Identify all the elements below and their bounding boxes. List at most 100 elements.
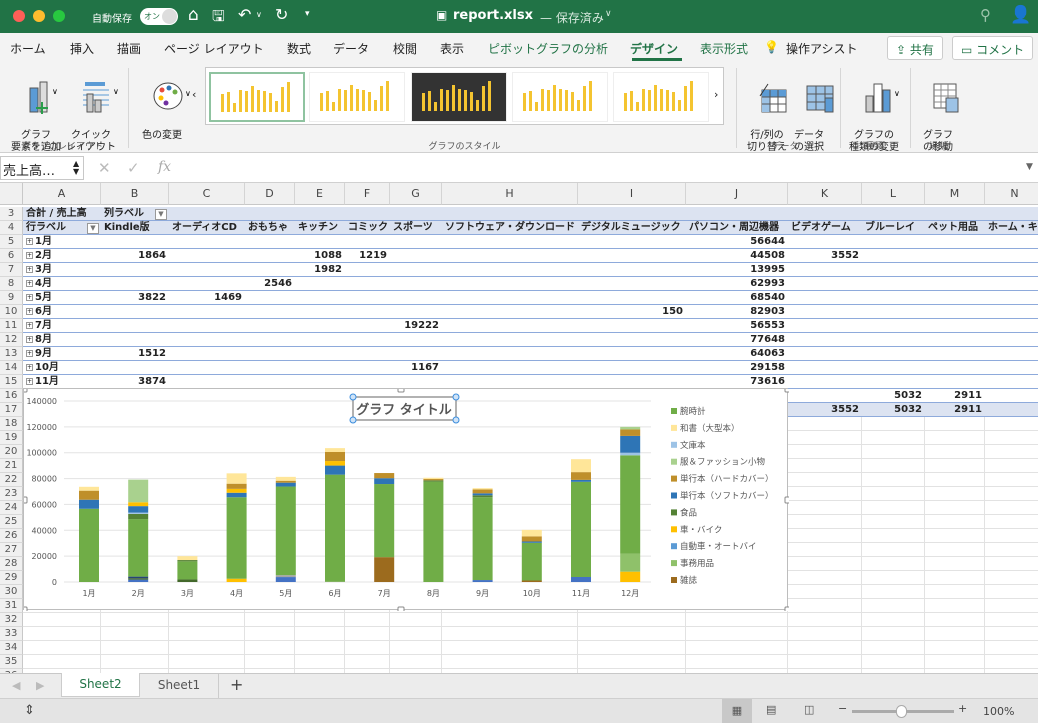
comment-button[interactable]: ▭ コメント bbox=[952, 36, 1034, 60]
select-all-button[interactable] bbox=[0, 183, 23, 205]
cell[interactable] bbox=[788, 599, 862, 613]
expand-icon[interactable]: + bbox=[26, 335, 33, 343]
cell[interactable] bbox=[442, 627, 578, 641]
undo-icon[interactable]: ↶ bbox=[238, 5, 251, 24]
cell[interactable] bbox=[925, 557, 985, 571]
row-header-4[interactable]: 4 bbox=[0, 221, 23, 235]
cell[interactable] bbox=[788, 473, 862, 487]
pivot-cell[interactable]: 1088 bbox=[295, 249, 345, 263]
cell[interactable] bbox=[788, 543, 862, 557]
expand-icon[interactable]: + bbox=[26, 237, 33, 245]
pivot-cell[interactable]: ビデオゲーム bbox=[788, 221, 862, 235]
cell[interactable] bbox=[985, 543, 1038, 557]
cell[interactable] bbox=[985, 473, 1038, 487]
zoom-slider-handle[interactable] bbox=[896, 705, 907, 718]
column-header-N[interactable]: N bbox=[985, 183, 1038, 205]
column-header-H[interactable]: H bbox=[442, 183, 578, 205]
cell[interactable] bbox=[23, 655, 101, 669]
cell[interactable] bbox=[925, 543, 985, 557]
chart-style-5[interactable] bbox=[613, 72, 709, 122]
cell[interactable] bbox=[862, 459, 925, 473]
cell[interactable] bbox=[862, 417, 925, 431]
row-header-32[interactable]: 32 bbox=[0, 613, 23, 627]
save-icon[interactable]: 🖫 bbox=[212, 6, 225, 31]
cell[interactable] bbox=[345, 641, 390, 655]
column-header-C[interactable]: C bbox=[169, 183, 245, 205]
cell[interactable] bbox=[862, 487, 925, 501]
column-header-M[interactable]: M bbox=[925, 183, 985, 205]
add-sheet-button[interactable]: + bbox=[230, 675, 243, 694]
row-header-12[interactable]: 12 bbox=[0, 333, 23, 347]
cell[interactable] bbox=[925, 571, 985, 585]
row-header-34[interactable]: 34 bbox=[0, 641, 23, 655]
zoom-in-button[interactable]: + bbox=[958, 702, 967, 715]
cell[interactable] bbox=[169, 655, 245, 669]
chart-style-3[interactable] bbox=[411, 72, 507, 122]
cell[interactable] bbox=[101, 655, 169, 669]
pivot-cell[interactable]: コミック bbox=[345, 221, 390, 235]
row-header-11[interactable]: 11 bbox=[0, 319, 23, 333]
pivot-cell[interactable]: 73616 bbox=[686, 375, 788, 389]
row-header-28[interactable]: 28 bbox=[0, 557, 23, 571]
gallery-prev-icon[interactable]: ‹ bbox=[192, 88, 196, 101]
pivot-cell[interactable]: ペット用品 bbox=[925, 221, 985, 235]
pivot-cell[interactable]: +7月 bbox=[23, 319, 101, 333]
share-button[interactable]: ⇪ 共有 bbox=[887, 36, 943, 60]
cell[interactable] bbox=[925, 459, 985, 473]
cell[interactable] bbox=[686, 613, 788, 627]
column-header-J[interactable]: J bbox=[686, 183, 788, 205]
close-window-button[interactable] bbox=[13, 10, 25, 22]
row-header-8[interactable]: 8 bbox=[0, 277, 23, 291]
pivot-cell[interactable]: 3874 bbox=[101, 375, 169, 389]
expand-icon[interactable]: + bbox=[26, 251, 33, 259]
tab-insert[interactable]: 挿入 bbox=[70, 40, 94, 57]
pivot-cell[interactable]: 5032 bbox=[862, 403, 925, 417]
change-colors-button[interactable]: ∨ 色の変更 bbox=[137, 68, 191, 166]
tab-page-layout[interactable]: ページ レイアウト bbox=[164, 40, 264, 57]
cell[interactable] bbox=[985, 529, 1038, 543]
cell[interactable] bbox=[788, 571, 862, 585]
cell[interactable] bbox=[101, 613, 169, 627]
cell[interactable] bbox=[925, 613, 985, 627]
save-status[interactable]: — 保存済み bbox=[540, 9, 604, 26]
pivot-cell[interactable]: +11月 bbox=[23, 375, 101, 389]
cell[interactable] bbox=[788, 445, 862, 459]
row-header-22[interactable]: 22 bbox=[0, 473, 23, 487]
chart-style-1[interactable] bbox=[209, 72, 305, 122]
cell[interactable] bbox=[862, 473, 925, 487]
cell[interactable] bbox=[245, 641, 295, 655]
enter-icon[interactable]: ✓ bbox=[127, 159, 140, 177]
row-header-29[interactable]: 29 bbox=[0, 571, 23, 585]
row-header-7[interactable]: 7 bbox=[0, 263, 23, 277]
cell[interactable] bbox=[442, 641, 578, 655]
cell[interactable] bbox=[245, 627, 295, 641]
pivot-cell[interactable]: 1982 bbox=[295, 263, 345, 277]
pivot-cell[interactable]: 3552 bbox=[788, 403, 862, 417]
cell[interactable] bbox=[295, 613, 345, 627]
pivot-cell[interactable]: 64063 bbox=[686, 347, 788, 361]
pivot-cell[interactable]: Kindle版 bbox=[101, 221, 169, 235]
pivot-cell[interactable]: 1167 bbox=[390, 361, 442, 375]
cell[interactable] bbox=[788, 655, 862, 669]
pivot-cell[interactable]: +8月 bbox=[23, 333, 101, 347]
cell[interactable] bbox=[862, 501, 925, 515]
cell[interactable] bbox=[788, 431, 862, 445]
pivot-cell[interactable]: 5032 bbox=[862, 389, 925, 403]
expand-icon[interactable]: + bbox=[26, 349, 33, 357]
row-header-15[interactable]: 15 bbox=[0, 375, 23, 389]
pivot-cell[interactable]: 29158 bbox=[686, 361, 788, 375]
row-header-27[interactable]: 27 bbox=[0, 543, 23, 557]
pivot-cell[interactable]: ホーム・キ bbox=[985, 221, 1038, 235]
cancel-icon[interactable]: ✕ bbox=[98, 159, 111, 177]
minimize-window-button[interactable] bbox=[33, 10, 45, 22]
cell[interactable] bbox=[390, 613, 442, 627]
sheet-tab-sheet1[interactable]: Sheet1 bbox=[140, 674, 219, 698]
pivot-cell[interactable]: オーディオCD bbox=[169, 221, 245, 235]
cell[interactable] bbox=[925, 445, 985, 459]
pivot-cell[interactable]: 2911 bbox=[925, 389, 985, 403]
pivot-cell[interactable]: 62993 bbox=[686, 277, 788, 291]
tab-format[interactable]: 表示形式 bbox=[700, 40, 748, 57]
formula-input[interactable] bbox=[186, 157, 1016, 179]
row-header-30[interactable]: 30 bbox=[0, 585, 23, 599]
pivot-cell[interactable]: 1512 bbox=[101, 347, 169, 361]
